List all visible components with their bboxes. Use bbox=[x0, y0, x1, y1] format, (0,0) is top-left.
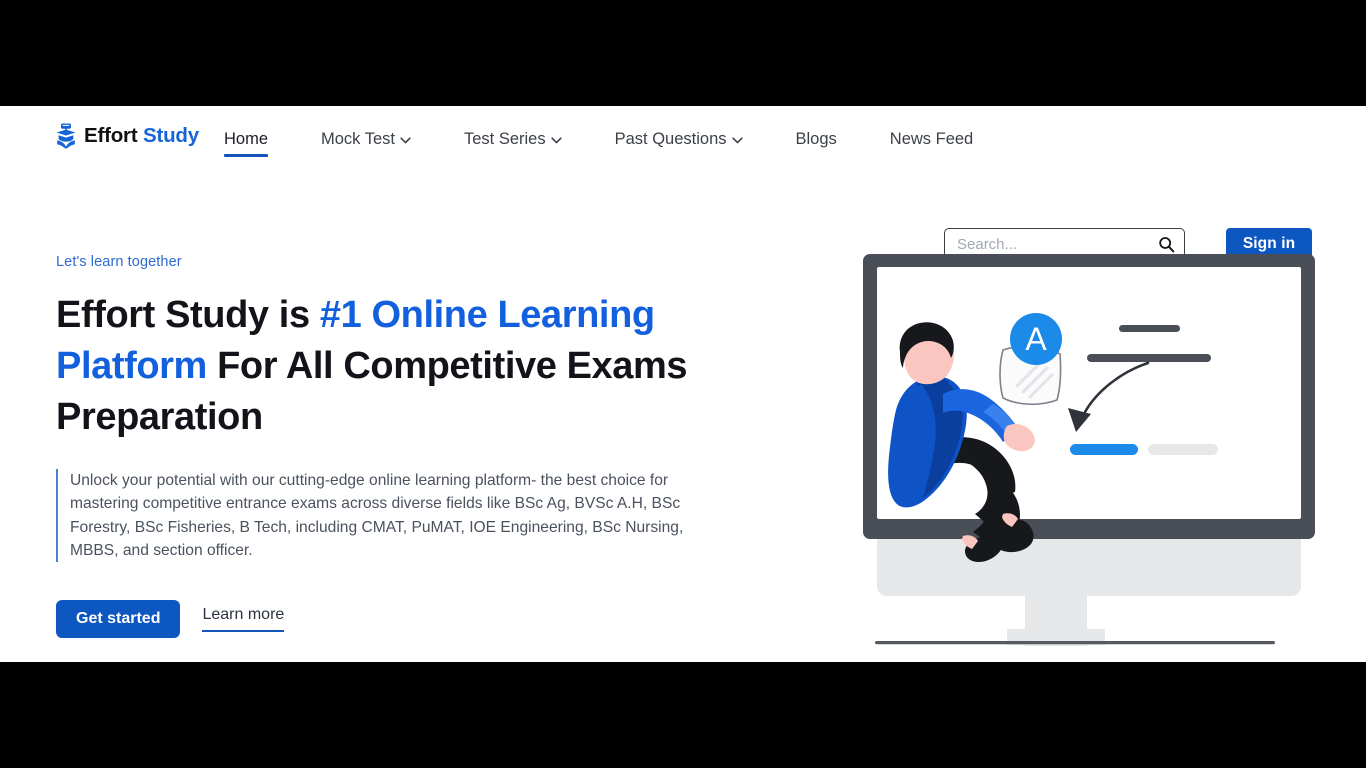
nav-item-label: Past Questions bbox=[614, 129, 727, 148]
grade-badge-letter: A bbox=[1025, 321, 1047, 357]
nav-item-home[interactable]: Home bbox=[224, 106, 269, 172]
nav-item-label: Blogs bbox=[795, 129, 837, 148]
page-title: Effort Study is #1 Online Learning Platf… bbox=[56, 290, 706, 443]
site-header: Effort Study Home Mock Test Test Series … bbox=[0, 106, 1366, 261]
nav-item-test-series[interactable]: Test Series bbox=[464, 106, 562, 172]
learn-more-link[interactable]: Learn more bbox=[202, 606, 284, 633]
nav-item-label: Test Series bbox=[463, 129, 546, 148]
letterbox-bottom-bar bbox=[0, 662, 1366, 768]
chevron-down-icon bbox=[731, 135, 743, 144]
letterbox-top-bar bbox=[0, 0, 1366, 106]
brand-logo-link[interactable]: Effort Study bbox=[55, 123, 199, 149]
student-on-monitor-illustration: A bbox=[855, 246, 1325, 646]
nav-item-blogs[interactable]: Blogs bbox=[796, 106, 837, 172]
chevron-down-icon bbox=[550, 135, 562, 144]
graduation-book-icon bbox=[55, 123, 77, 149]
nav-item-label: News Feed bbox=[889, 129, 974, 148]
chevron-down-icon bbox=[400, 135, 411, 144]
nav-item-label: Mock Test bbox=[321, 129, 395, 148]
nav-item-mock-test[interactable]: Mock Test bbox=[321, 106, 411, 172]
nav-item-label: Home bbox=[224, 129, 269, 148]
hero-eyebrow: Let's learn together bbox=[56, 254, 182, 270]
hero-description: Unlock your potential with our cutting-e… bbox=[56, 469, 696, 563]
hero-text-block: Let's learn together Effort Study is #1 … bbox=[56, 254, 756, 639]
hero-title-part1: Effort Study is bbox=[56, 294, 320, 336]
hero-cta-row: Get started Learn more bbox=[56, 600, 756, 639]
nav-item-news-feed[interactable]: News Feed bbox=[890, 106, 973, 172]
main-navigation: Home Mock Test Test Series Past Question… bbox=[224, 106, 973, 172]
nav-item-past-questions[interactable]: Past Questions bbox=[615, 106, 743, 172]
get-started-button[interactable]: Get started bbox=[56, 600, 181, 639]
brand-name: Effort Study bbox=[84, 124, 199, 147]
browser-viewport: Effort Study Home Mock Test Test Series … bbox=[0, 106, 1366, 662]
